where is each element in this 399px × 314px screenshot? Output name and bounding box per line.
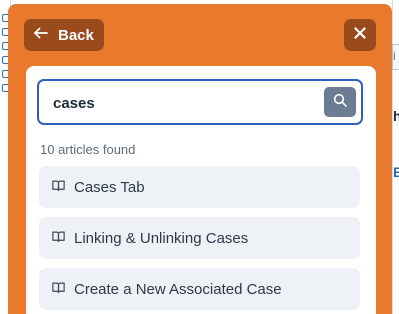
background-text: h [393, 108, 399, 124]
book-icon [51, 280, 66, 299]
search-icon [332, 92, 348, 113]
search-card: 10 articles found Cases Tab Linking & Un… [26, 66, 376, 314]
close-icon [352, 25, 368, 46]
result-title: Linking & Unlinking Cases [74, 229, 249, 247]
search-button[interactable] [324, 87, 356, 117]
back-button[interactable]: Back [24, 19, 104, 51]
book-icon [51, 178, 66, 197]
close-button[interactable] [344, 19, 376, 51]
back-button-label: Back [58, 26, 94, 44]
result-title: Create a New Associated Case [74, 280, 282, 298]
arrow-left-icon [32, 24, 50, 46]
search-field[interactable] [37, 79, 363, 125]
results-count: 10 articles found [40, 142, 136, 157]
search-input[interactable] [51, 91, 315, 115]
background-text: i [393, 49, 396, 63]
result-item[interactable]: Linking & Unlinking Cases [39, 217, 360, 259]
result-item[interactable]: Create a New Associated Case [39, 268, 360, 310]
result-title: Cases Tab [74, 178, 145, 196]
background-text: E [393, 164, 399, 180]
book-icon [51, 229, 66, 248]
result-item[interactable]: Cases Tab [39, 166, 360, 208]
